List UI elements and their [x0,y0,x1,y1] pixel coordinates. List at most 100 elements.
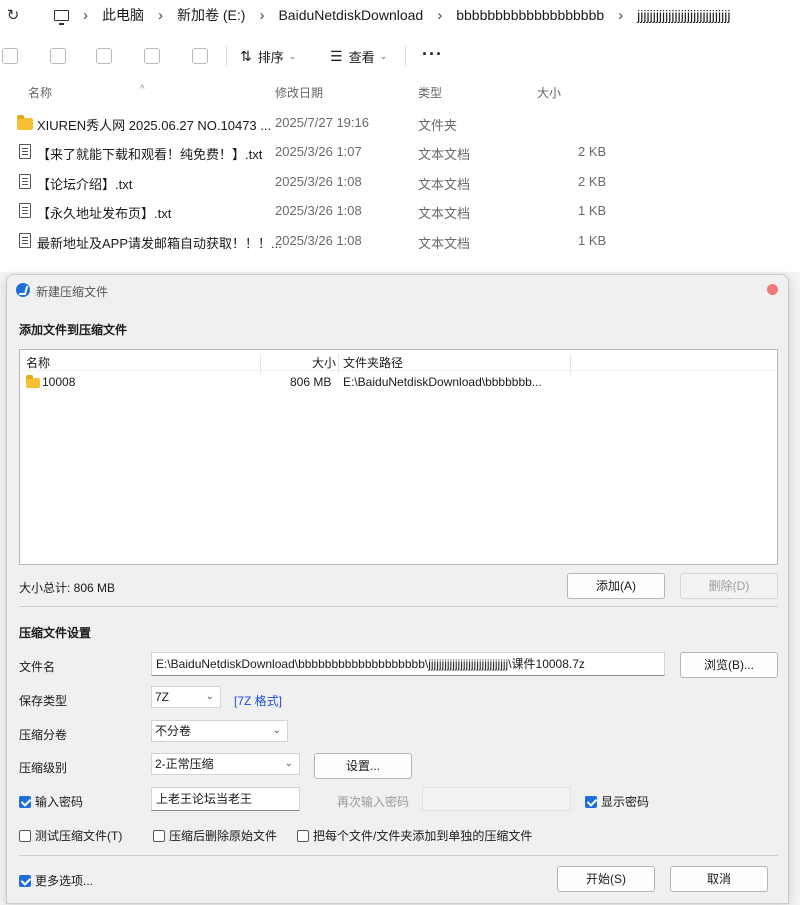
settings-button[interactable]: 设置... [314,753,412,779]
breadcrumb-this-pc[interactable]: 此电脑 [102,5,144,25]
filename-input[interactable]: E:\BaiduNetdiskDownload\bbbbbbbbbbbbbbbb… [151,652,665,676]
more-options-label: 更多选项... [35,874,94,888]
start-button[interactable]: 开始(S) [557,866,655,892]
copy-icon[interactable] [2,48,18,64]
separate-archives-checkbox[interactable]: 把每个文件/文件夹添加到单独的压缩文件 [297,827,532,844]
format-link[interactable]: [7Z 格式] [234,692,282,709]
add-files-section-title: 添加文件到压缩文件 [19,323,128,337]
file-row[interactable]: 【来了就能下载和观看！纯免费！】.txt 2025/3/26 1:07 文本文档… [0,138,800,167]
text-file-icon [19,233,31,248]
checkbox-checked-icon [585,795,597,808]
chevron-down-icon: ⌄ [284,758,293,769]
file-size: 2 KB [578,144,607,159]
total-size-label: 大小总计: 806 MB [19,581,116,595]
view-button[interactable]: ☰ 查看 ⌄ [330,46,387,66]
sort-button[interactable]: ⇅ 排序 ⌄ [240,46,296,66]
list-item[interactable]: 10008 806 MB E:\BaiduNetdiskDownload\bbb… [20,372,777,392]
column-divider [260,354,261,374]
breadcrumb-baidunetdisk[interactable]: BaiduNetdiskDownload [278,7,423,23]
toolbar-divider [226,46,227,66]
delete-after-checkbox[interactable]: 压缩后删除原始文件 [153,827,277,844]
file-date: 2025/3/26 1:08 [275,174,362,189]
column-name[interactable]: 名称 [28,84,52,101]
archive-file-list[interactable]: 名称 大小 文件夹路径 10008 806 MB E:\BaiduNetdisk… [19,349,778,565]
column-divider [570,354,571,374]
breadcrumb-bbb-folder[interactable]: bbbbbbbbbbbbbbbbbbb [456,7,604,23]
dialog-titlebar[interactable]: 新建压缩文件 [7,275,788,305]
item-folder-path: E:\BaiduNetdiskDownload\bbbbbbb... [343,375,542,389]
file-type: 文本文档 [418,206,471,221]
file-size: 2 KB [578,174,607,189]
column-date[interactable]: 修改日期 [275,84,323,101]
file-row[interactable]: 【论坛介绍】.txt 2025/3/26 1:08 文本文档 2 KB [0,168,800,197]
save-type-select[interactable]: 7Z ⌄ [151,686,221,708]
file-row[interactable]: XIUREN秀人网 2025.06.27 NO.10473 ... 2025/7… [0,109,800,138]
file-type: 文本文档 [418,236,471,251]
column-folder-path[interactable]: 文件夹路径 [343,354,403,371]
folder-icon [26,375,40,388]
file-row[interactable]: 最新地址及APP请发邮箱自动获取！！！... 2025/3/26 1:08 文本… [0,227,800,256]
separate-archives-label: 把每个文件/文件夹添加到单独的压缩文件 [313,829,533,843]
text-file-icon [19,144,31,159]
show-password-label: 显示密码 [601,795,650,809]
file-date: 2025/3/26 1:08 [275,203,362,218]
more-options-checkbox[interactable]: 更多选项... [19,872,93,889]
paste-icon[interactable] [50,48,66,64]
computer-icon [54,9,69,25]
chevron-down-icon: ⌄ [272,725,281,736]
checkbox-checked-icon [19,874,31,887]
column-size[interactable]: 大小 [312,354,336,371]
checkbox-unchecked-icon [297,829,309,842]
close-icon[interactable] [767,284,778,295]
delete-after-label: 压缩后删除原始文件 [169,829,278,843]
more-options-icon[interactable]: ··· [422,44,443,65]
section-divider [19,606,778,607]
show-password-checkbox[interactable]: 显示密码 [585,793,649,810]
test-archive-checkbox[interactable]: 测试压缩文件(T) [19,827,122,844]
view-icon: ☰ [330,47,343,64]
add-button[interactable]: 添加(A) [567,573,665,599]
new-archive-dialog: 新建压缩文件 添加文件到压缩文件 名称 大小 文件夹路径 10008 806 M… [6,274,789,904]
address-bar[interactable]: ↻ › 此电脑 › 新加卷 (E:) › BaiduNetdiskDownloa… [0,0,800,30]
column-type[interactable]: 类型 [418,84,442,101]
level-label: 压缩级别 [19,761,68,775]
chevron-down-icon: ⌄ [288,50,297,61]
chevron-right-icon: › [259,6,265,24]
file-type: 文本文档 [418,177,471,192]
refresh-icon[interactable]: ↻ [2,6,24,24]
file-size: 1 KB [578,233,607,248]
text-file-icon [19,174,31,189]
section-divider [19,855,778,856]
file-date: 2025/3/26 1:07 [275,144,362,159]
volume-label: 压缩分卷 [19,728,68,742]
file-name: 【永久地址发布页】.txt [37,206,172,221]
rename-icon[interactable] [96,48,112,64]
column-size[interactable]: 大小 [537,84,561,101]
enter-password-checkbox[interactable]: 输入密码 [19,793,83,810]
checkbox-checked-icon [19,795,31,808]
level-select[interactable]: 2-正常压缩 ⌄ [151,753,300,775]
enter-password-label: 输入密码 [35,795,84,809]
sort-icon: ⇅ [240,47,252,64]
file-type: 文本文档 [418,147,471,162]
chevron-right-icon: › [83,6,88,24]
volume-value: 不分卷 [155,724,192,738]
sort-ascending-icon: ^ [140,84,145,95]
volume-select[interactable]: 不分卷 ⌄ [151,720,288,742]
browse-button[interactable]: 浏览(B)... [680,652,778,678]
breadcrumb-jjj-folder[interactable]: jjjjjjjjjjjjjjjjjjjjjjjjjjjjjj [637,7,730,23]
reenter-password-input[interactable] [422,787,571,811]
delete-button[interactable]: 删除(D) [680,573,778,599]
password-input[interactable]: 上老王论坛当老王 [151,787,300,811]
file-type: 文件夹 [418,118,458,133]
column-divider [338,354,339,374]
breadcrumb-drive-e[interactable]: 新加卷 (E:) [177,5,245,25]
archiver-app-icon [16,283,30,297]
share-icon[interactable] [144,48,160,64]
file-date: 2025/7/27 19:16 [275,115,369,130]
column-name[interactable]: 名称 [26,354,50,371]
folder-icon [17,115,33,130]
file-row[interactable]: 【永久地址发布页】.txt 2025/3/26 1:08 文本文档 1 KB [0,197,800,226]
cancel-button[interactable]: 取消 [670,866,768,892]
delete-icon[interactable] [192,48,208,64]
